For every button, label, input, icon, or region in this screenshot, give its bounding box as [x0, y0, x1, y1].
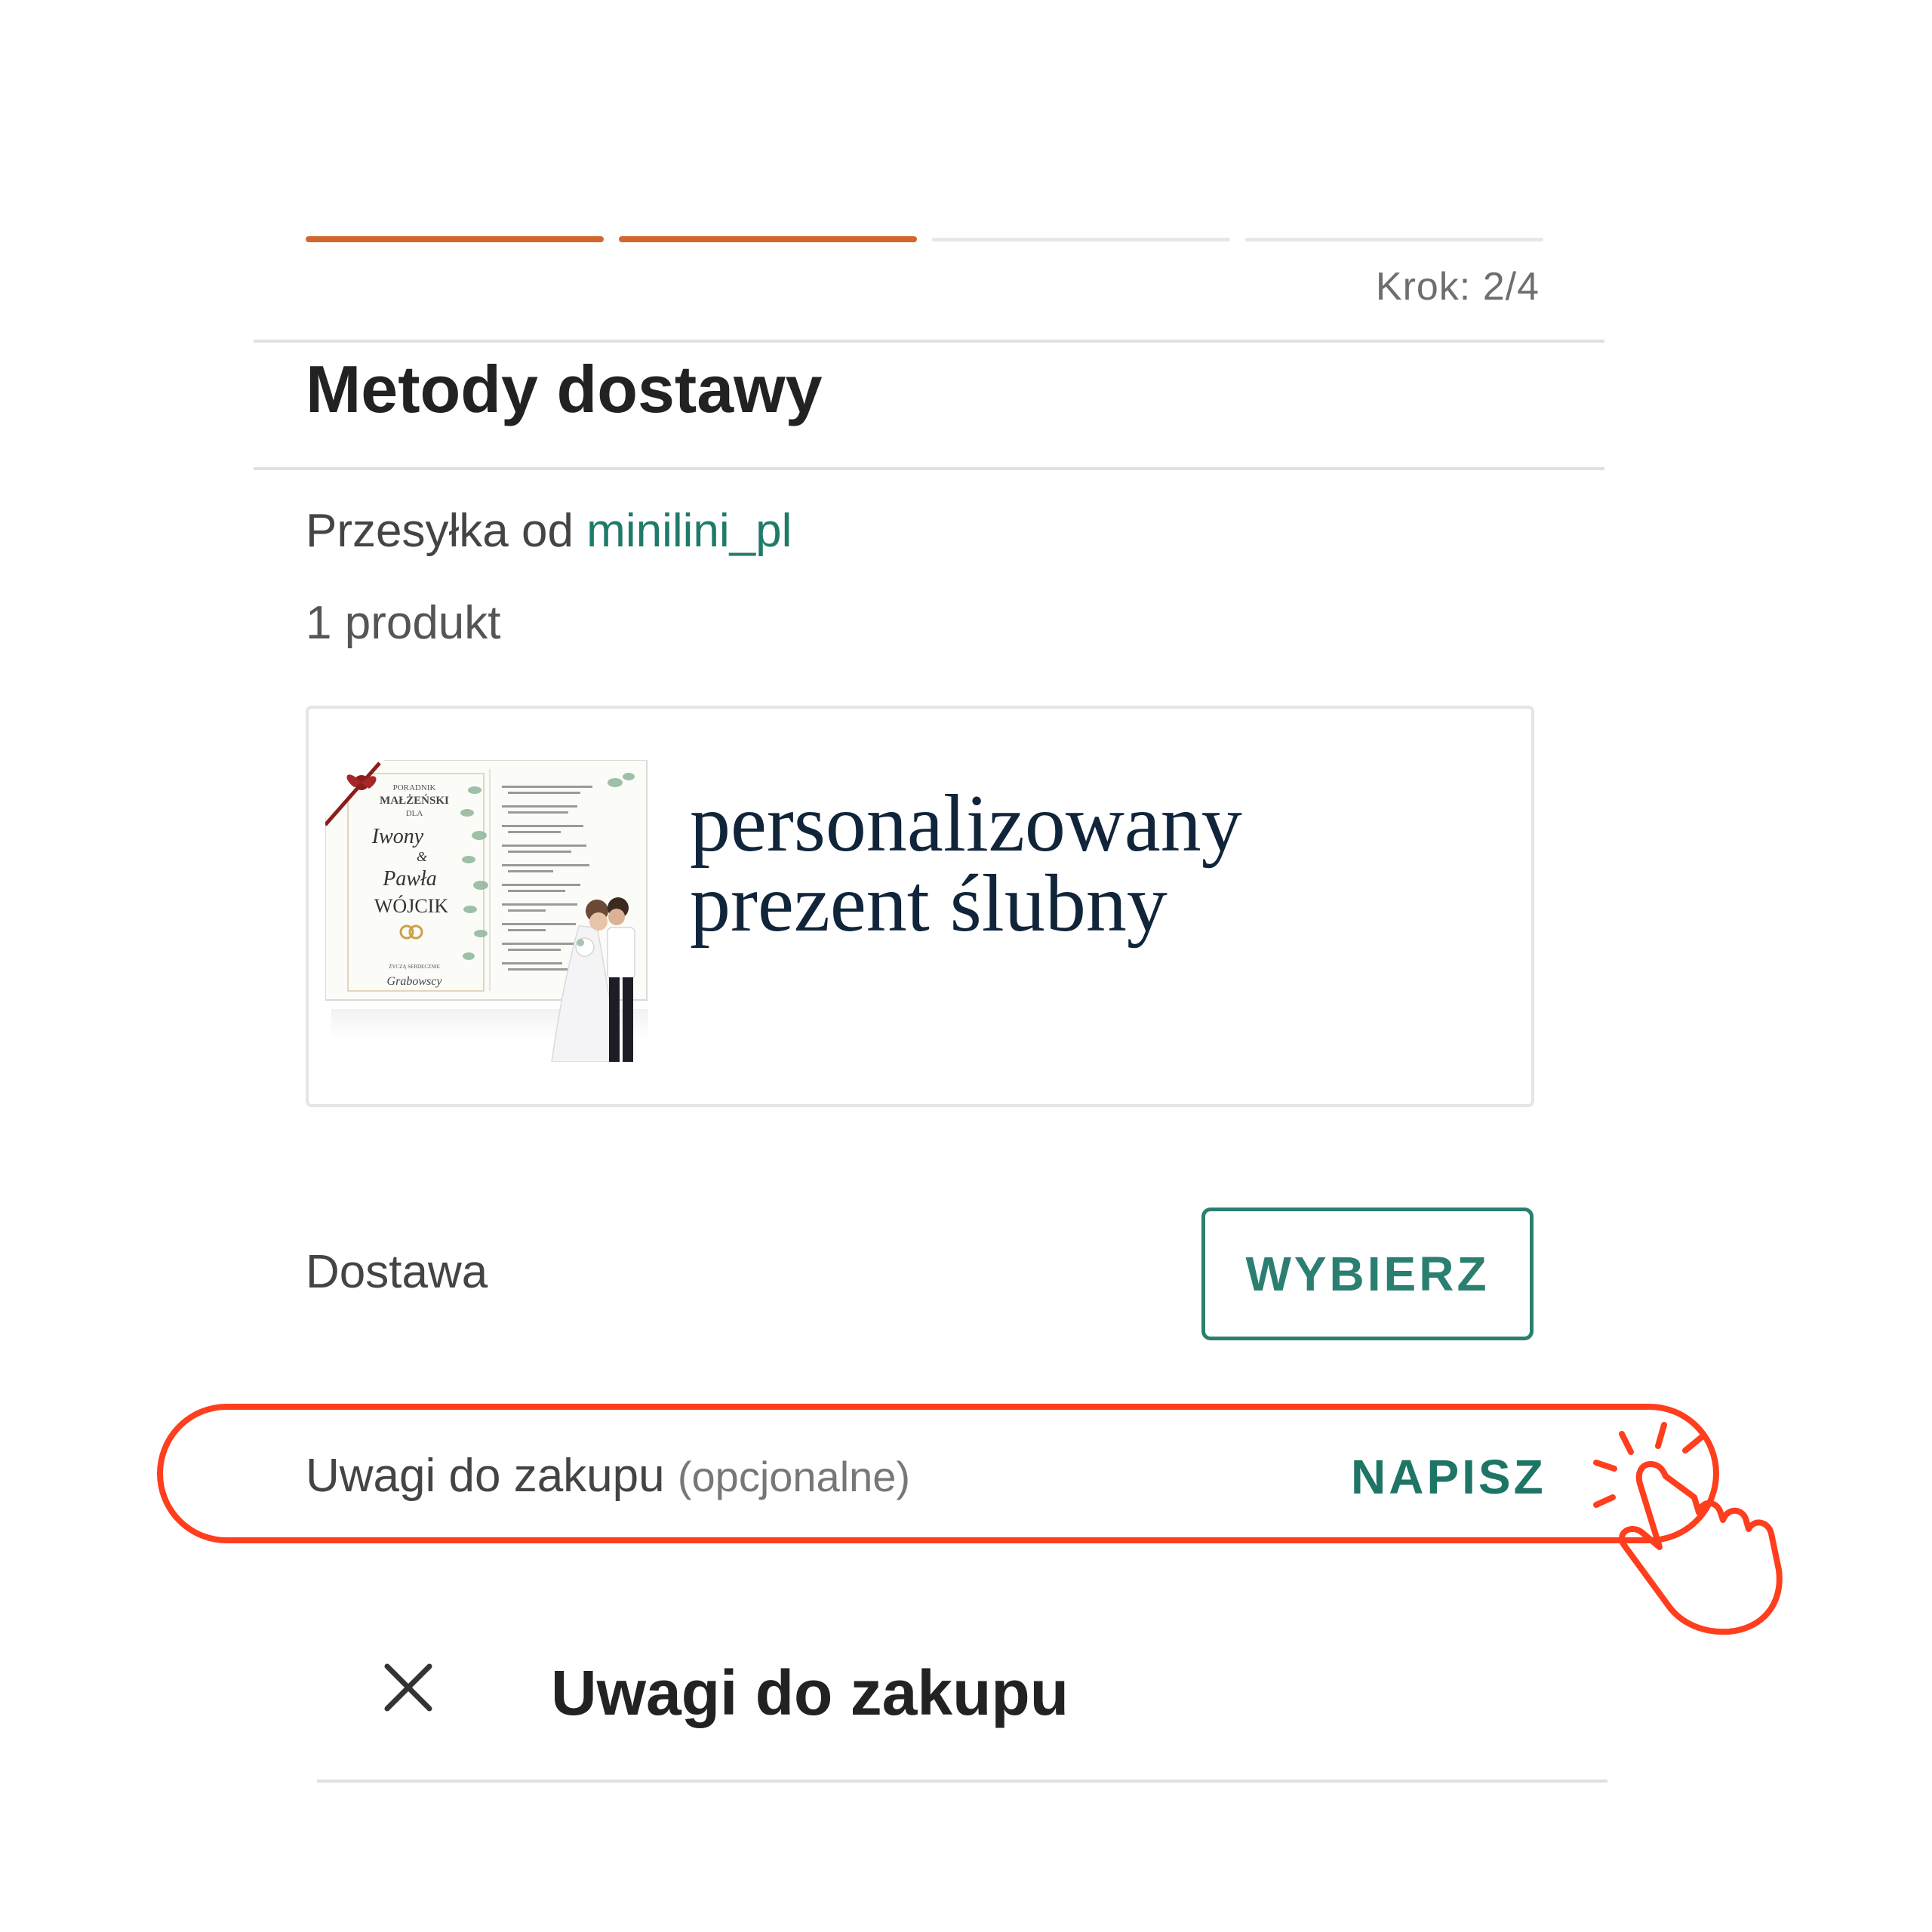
pointer-hand-icon [1581, 1419, 1792, 1645]
product-image: PORADNIK MAŁŻEŃSKI DLA Iwony & Pawła WÓJ… [324, 759, 657, 1063]
seller-link[interactable]: minilini_pl [586, 505, 792, 557]
notes-row-label: Uwagi do zakupu (opcjonalne) [306, 1449, 910, 1503]
page-title: Metody dostawy [306, 352, 823, 426]
poster-footer-small: ŻYCZĄ SERDECZNIE [389, 964, 440, 970]
product-name-line-2: prezent ślubny [690, 859, 1168, 949]
progress-step-4 [1245, 238, 1543, 242]
poster-for: DLA [406, 809, 423, 818]
poster-name-1: Iwony [371, 825, 424, 848]
poster-footer-script: Grabowscy [387, 975, 443, 988]
notes-label: Uwagi do zakupu [306, 1450, 665, 1502]
divider [254, 340, 1604, 343]
progress-step-3 [932, 238, 1230, 242]
product-name: personalizowany prezent ślubny [690, 779, 1444, 949]
write-notes-button[interactable]: NAPISZ [1351, 1449, 1546, 1505]
delivery-label: Dostawa [306, 1246, 488, 1298]
poster-title: MAŁŻEŃSKI [380, 794, 449, 807]
divider [317, 1780, 1607, 1783]
poster-surname: WÓJCIK [374, 895, 448, 917]
modal-title: Uwagi do zakupu [551, 1657, 1069, 1728]
progress-bar [306, 236, 1543, 245]
shipment-prefix: Przesyłka od [306, 505, 574, 557]
poster-name-2: Pawła [382, 867, 437, 891]
poster-amp: & [417, 849, 427, 864]
shipment-header: Przesyłka od minilini_pl [306, 504, 792, 558]
close-icon[interactable] [381, 1660, 435, 1715]
choose-delivery-button[interactable]: WYBIERZ [1201, 1208, 1534, 1340]
poster-top: PORADNIK [393, 783, 436, 792]
progress-step-1 [306, 236, 604, 242]
product-name-line-1: personalizowany [690, 779, 1242, 869]
step-indicator: Krok: 2/4 [1375, 265, 1540, 309]
progress-step-2 [619, 236, 917, 242]
product-card[interactable]: PORADNIK MAŁŻEŃSKI DLA Iwony & Pawła WÓJ… [306, 706, 1534, 1107]
product-count: 1 produkt [306, 597, 501, 649]
divider [254, 467, 1604, 470]
notes-optional-label: (opcjonalne) [677, 1453, 911, 1500]
